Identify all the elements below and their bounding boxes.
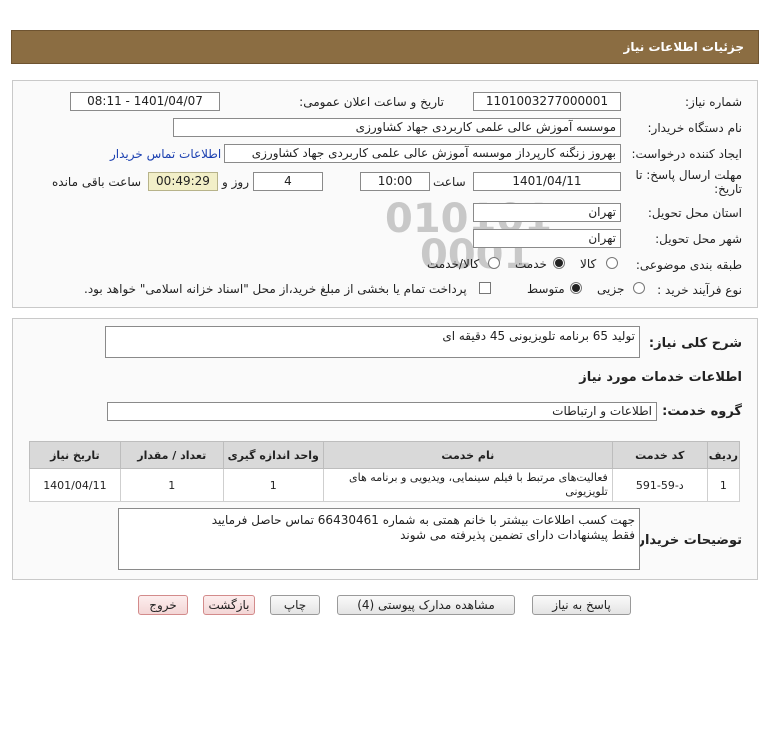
city-field: تهران xyxy=(473,229,621,248)
deadline-time-label: ساعت xyxy=(433,175,466,189)
col-quantity: تعداد / مقدار xyxy=(119,441,224,469)
cell-need-date: 1401/04/11 xyxy=(29,468,121,502)
buyer-notes-field: جهت کسب اطلاعات بیشتر با خانم همتی به شم… xyxy=(118,508,640,570)
days-field: 4 xyxy=(253,172,323,191)
col-row: ردیف xyxy=(706,441,741,469)
table-row: 1 د-59-591 فعالیت‌های مرتبط با فیلم سینم… xyxy=(29,468,741,502)
col-service-name: نام خدمت xyxy=(322,441,613,469)
col-unit: واحد اندازه گیری xyxy=(222,441,324,469)
need-summary-field: تولید 65 برنامه تلویزیونی 45 دقیقه ای xyxy=(105,326,640,358)
cell-service-code: د-59-591 xyxy=(611,468,708,502)
process-medium-radio[interactable] xyxy=(570,282,582,294)
process-medium-label: متوسط xyxy=(527,282,565,296)
remaining-time-label: ساعت باقی مانده xyxy=(52,175,142,189)
services-table-header: ردیف کد خدمت نام خدمت واحد اندازه گیری ت… xyxy=(29,441,741,469)
announce-label: تاریخ و ساعت اعلان عمومی: xyxy=(299,95,444,109)
deadline-label: مهلت ارسال پاسخ: تا xyxy=(635,168,742,182)
buyer-org-label: نام دستگاه خریدار: xyxy=(647,121,743,135)
buyer-notes-line-1: جهت کسب اطلاعات بیشتر با خانم همتی به شم… xyxy=(211,513,635,527)
view-documents-button[interactable]: مشاهده مدارک پیوستی (4) xyxy=(337,595,515,615)
province-label: استان محل تحویل: xyxy=(647,206,742,220)
category-service-label: خدمت xyxy=(515,257,547,271)
services-table: ردیف کد خدمت نام خدمت واحد اندازه گیری ت… xyxy=(29,441,741,502)
details-panel xyxy=(12,80,758,308)
buyer-notes-line-2: فقط پیشنهادات دارای تضمین پذیرفته می شون… xyxy=(400,528,635,542)
payment-note: پرداخت تمام یا بخشی از مبلغ خرید،از محل … xyxy=(84,282,467,296)
category-goods-service-label: کالا/خدمت xyxy=(427,257,480,271)
city-label: شهر محل تحویل: xyxy=(655,232,742,246)
process-minor-label: جزیی xyxy=(597,282,625,296)
col-need-date: تاریخ نیاز xyxy=(29,441,121,469)
deadline-time-field: 10:00 xyxy=(360,172,430,191)
need-number-label: شماره نیاز: xyxy=(685,95,742,109)
cell-row: 1 xyxy=(706,468,741,502)
cell-unit: 1 xyxy=(222,468,324,502)
reply-button[interactable]: پاسخ به نیاز xyxy=(532,595,631,615)
buyer-org-field: موسسه آموزش عالی علمی کاربردی جهاد کشاور… xyxy=(173,118,621,137)
announce-field: 1401/04/07 - 08:11 xyxy=(70,92,220,111)
exit-button[interactable]: خروج xyxy=(138,595,188,615)
col-service-code: کد خدمت xyxy=(611,441,708,469)
process-minor-radio[interactable] xyxy=(633,282,645,294)
days-label: روز و xyxy=(222,175,249,189)
deadline-date-label: تاریخ: xyxy=(714,182,742,196)
need-number-field: 1101003277000001 xyxy=(473,92,621,111)
cell-quantity: 1 xyxy=(119,468,224,502)
category-label: طبقه بندی موضوعی: xyxy=(635,258,742,272)
process-label: نوع فرآیند خرید : xyxy=(657,283,742,297)
service-group-field: اطلاعات و ارتباطات xyxy=(107,402,657,421)
buyer-notes-label: توضیحات خریدار: xyxy=(632,533,742,548)
services-heading: اطلاعات خدمات مورد نیاز xyxy=(579,370,742,385)
page-title: جزئیات اطلاعات نیاز xyxy=(623,40,744,54)
service-group-label: گروه خدمت: xyxy=(662,404,742,419)
page-header: جزئیات اطلاعات نیاز xyxy=(11,30,759,64)
buyer-contact-link[interactable]: اطلاعات تماس خریدار xyxy=(110,147,221,161)
print-button[interactable]: چاپ xyxy=(270,595,320,615)
category-goods-service-radio[interactable] xyxy=(488,257,500,269)
treasury-payment-checkbox[interactable] xyxy=(479,282,491,294)
province-field: تهران xyxy=(473,203,621,222)
creator-field: بهروز زنگنه کارپرداز موسسه آموزش عالی عل… xyxy=(224,144,621,163)
back-button[interactable]: بازگشت xyxy=(203,595,255,615)
deadline-date-field: 1401/04/11 xyxy=(473,172,621,191)
remaining-time-field: 00:49:29 xyxy=(148,172,218,191)
cell-service-name: فعالیت‌های مرتبط با فیلم سینمایی، ویدیوی… xyxy=(322,468,613,502)
need-summary-label: شرح کلی نیاز: xyxy=(648,336,742,351)
category-service-radio[interactable] xyxy=(553,257,565,269)
creator-label: ایجاد کننده درخواست: xyxy=(631,147,742,161)
category-goods-label: کالا xyxy=(580,257,597,271)
category-goods-radio[interactable] xyxy=(606,257,618,269)
